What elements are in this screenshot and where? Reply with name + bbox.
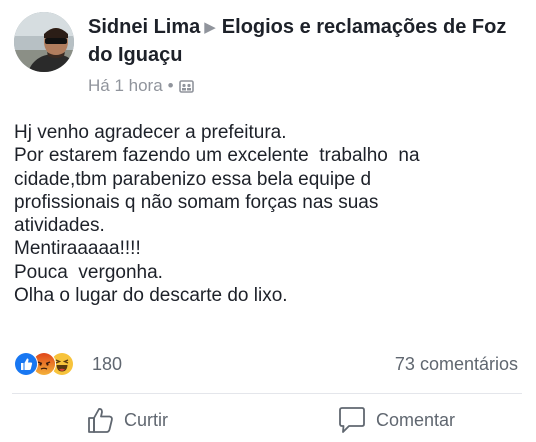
- actions-divider: [12, 393, 522, 394]
- post-meta: Há 1 hora •: [88, 76, 194, 96]
- post-body-line: Hj venho agradecer a prefeitura.: [14, 122, 287, 143]
- post-body-line: Por estarem fazendo um excelente trabalh…: [14, 145, 420, 167]
- like-label: Curtir: [124, 409, 168, 430]
- reactions-summary: 180 73 comentários: [14, 352, 520, 376]
- post-title: Sidnei Lima ▶ Elogios e reclamações de Foz…: [88, 14, 518, 69]
- post-body-line: Pouca vergonha.: [14, 261, 163, 283]
- comments-count[interactable]: 73 comentários: [395, 353, 518, 375]
- comment-button[interactable]: Comentar: [336, 404, 455, 436]
- post-body-line: cidade,tbm parabenizo essa bela equipe d: [14, 168, 372, 190]
- facebook-post: Sidnei Lima ▶ Elogios e reclamações de Foz…: [0, 0, 536, 442]
- post-timestamp[interactable]: Há 1 hora: [88, 76, 163, 96]
- like-reaction-icon: [14, 352, 38, 376]
- reaction-count[interactable]: 180: [92, 353, 122, 375]
- triangle-right-icon: ▶: [204, 19, 216, 36]
- post-header: Sidnei Lima ▶ Elogios e reclamações de Foz…: [12, 8, 527, 98]
- group-icon[interactable]: [178, 79, 194, 94]
- avatar-photo: [14, 12, 74, 72]
- comment-label: Comentar: [376, 409, 456, 430]
- post-body-line: profissionais q não somam forças nas sua…: [14, 191, 379, 213]
- post-body: Hj venho agradecer a prefeitura. Por est…: [14, 121, 519, 307]
- author-avatar[interactable]: [14, 12, 74, 72]
- post-body-line: atividades.: [14, 215, 105, 237]
- meta-separator: •: [167, 76, 174, 95]
- comment-bubble-icon: [339, 407, 365, 433]
- post-actions: Curtir Comentar: [0, 398, 536, 442]
- like-button[interactable]: Curtir: [86, 404, 168, 436]
- author-name[interactable]: Sidnei Lima: [88, 16, 200, 38]
- post-body-line: Olha o lugar do descarte do lixo.: [14, 285, 288, 307]
- post-body-line: Mentiraaaaa!!!!: [14, 238, 141, 260]
- thumbs-up-icon: [88, 408, 113, 433]
